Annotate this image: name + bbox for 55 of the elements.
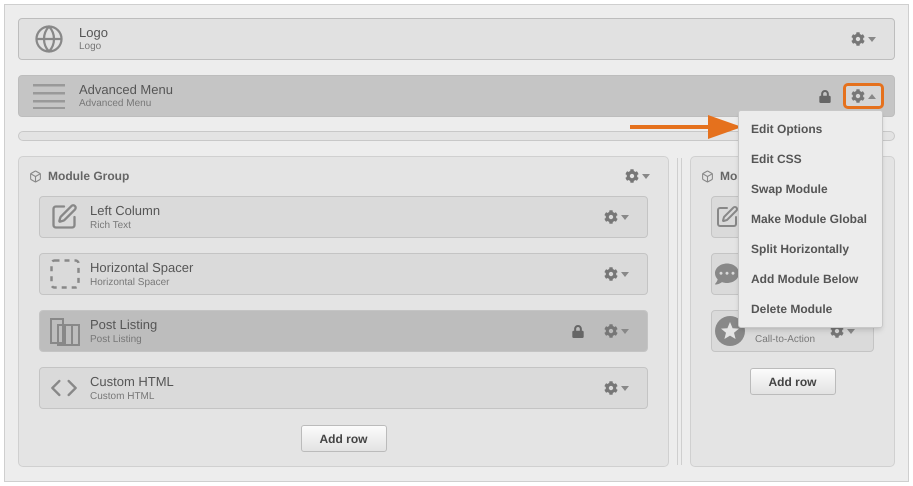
module-subtitle: Logo [79, 40, 102, 54]
caret-down-icon [621, 386, 629, 390]
caret-down-icon [868, 36, 876, 42]
settings-icon [604, 381, 618, 395]
box-icon [701, 170, 714, 182]
menu-item[interactable]: Swap Module [739, 174, 882, 204]
module-subtitle: Horizontal Spacer [90, 276, 170, 289]
menu-item[interactable]: Add Module Below [739, 264, 882, 294]
module-title: Advanced Menu [79, 82, 173, 98]
edit-icon [715, 205, 739, 229]
menu-item[interactable]: Edit CSS [739, 144, 882, 174]
globe-icon [34, 24, 64, 54]
module-row[interactable]: Post Listing Post Listing [39, 310, 648, 352]
settings-icon [604, 210, 618, 224]
module-title: Custom HTML [90, 374, 174, 390]
module-title: Logo [79, 24, 108, 41]
settings-icon [604, 324, 618, 338]
add-row-button[interactable]: Add row [750, 368, 836, 395]
box-icon [29, 170, 42, 182]
menu-item[interactable]: Make Module Global [739, 204, 882, 234]
caret-down-icon [621, 214, 629, 220]
settings-icon [851, 89, 865, 103]
module-title: Left Column [90, 203, 160, 220]
module-row[interactable]: Left Column Rich Text [39, 196, 648, 238]
menu-item[interactable]: Edit Options [739, 114, 882, 144]
lock-icon [819, 90, 831, 102]
chat-icon [715, 262, 739, 286]
menu-icon [33, 83, 65, 109]
caret-down-icon [642, 174, 650, 178]
lock-icon [572, 324, 584, 338]
caret-down-icon [621, 272, 629, 276]
add-row-button[interactable]: Add row [300, 425, 386, 452]
module-subtitle: Call-to-Action [755, 334, 816, 346]
caret-up-icon [868, 94, 876, 98]
dashed-square-icon [50, 259, 80, 289]
settings-icon [625, 169, 639, 183]
module-row[interactable]: Logo Logo [18, 18, 895, 60]
columns-icon [50, 316, 80, 346]
settings-icon [604, 267, 618, 281]
caret-down-icon [621, 328, 629, 334]
module-subtitle: Rich Text [90, 220, 132, 232]
settings-button[interactable] [843, 83, 884, 109]
module-row[interactable]: Advanced Menu Advanced Menu [18, 75, 895, 117]
module-title: Post Listing [90, 317, 158, 334]
settings-icon [851, 32, 865, 46]
module-title: Horizontal Spacer [90, 260, 194, 276]
module-row[interactable]: Custom HTML Custom HTML [39, 367, 648, 409]
module-subtitle: Custom HTML [90, 390, 156, 403]
module-subtitle: Advanced Menu [79, 98, 152, 110]
menu-item[interactable]: Split Horizontally [739, 234, 882, 264]
group-title: Mo [720, 168, 738, 185]
group-title: Module Group [48, 168, 130, 185]
edit-icon [50, 203, 78, 231]
module-row[interactable]: Horizontal Spacer Horizontal Spacer [39, 253, 648, 295]
module-subtitle: Post Listing [90, 334, 143, 346]
